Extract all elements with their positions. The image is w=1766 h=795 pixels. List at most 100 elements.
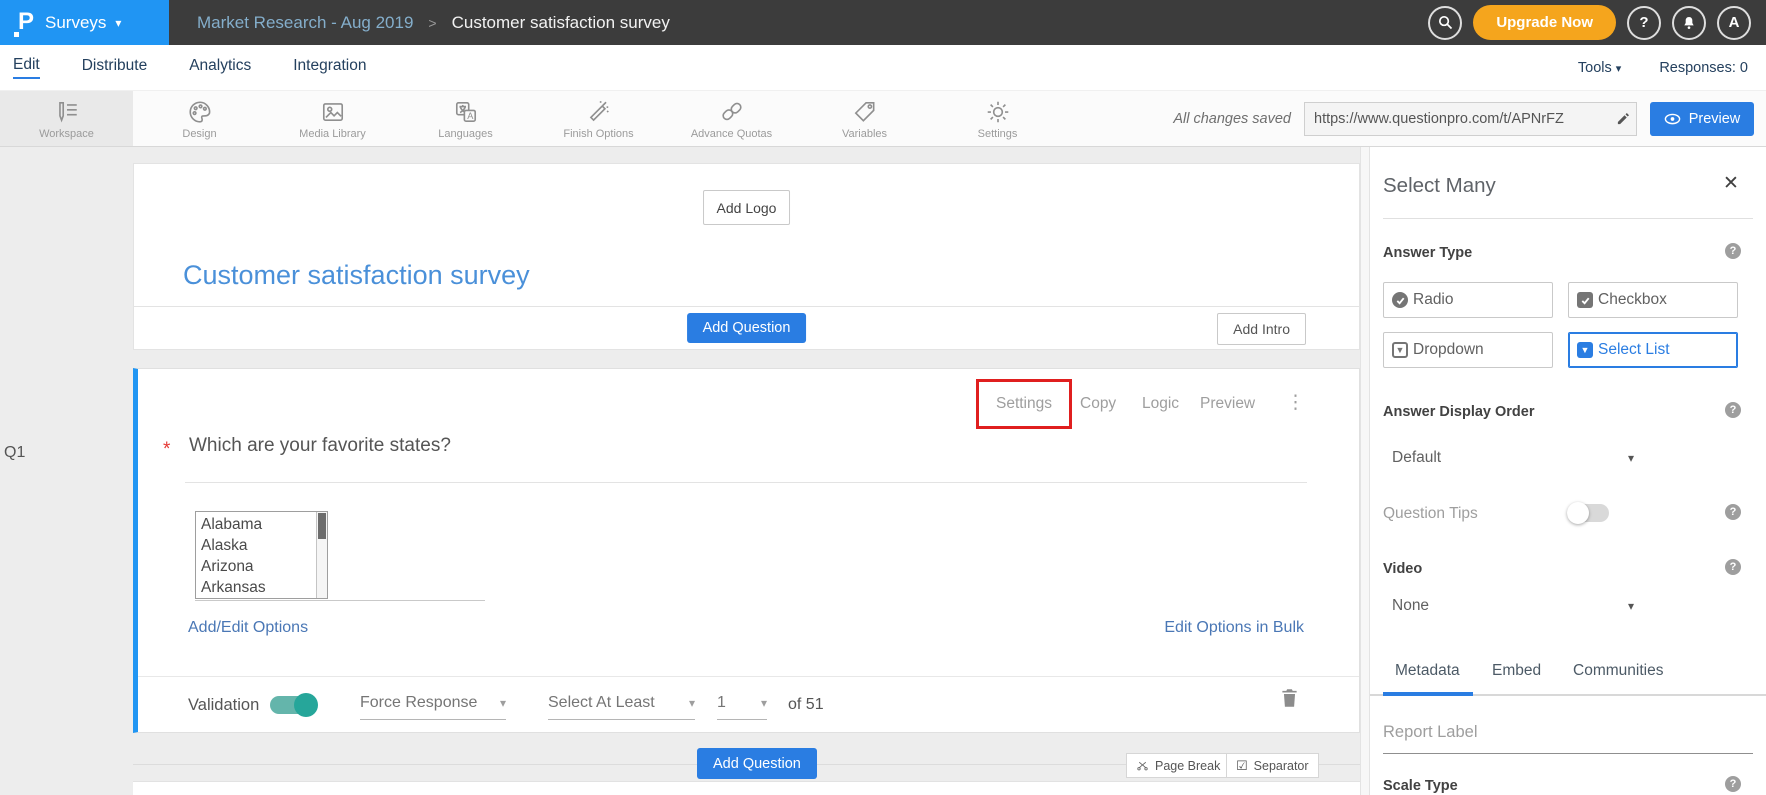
breadcrumb-separator: > xyxy=(428,15,436,31)
help-icon[interactable]: ? xyxy=(1725,402,1741,418)
active-tab-indicator xyxy=(1383,692,1473,696)
listbox-option[interactable]: Alabama xyxy=(196,514,327,535)
preview-button[interactable]: Preview xyxy=(1650,102,1754,136)
radio-check-icon xyxy=(1392,292,1408,308)
tab-analytics[interactable]: Analytics xyxy=(189,57,251,78)
validation-toggle[interactable] xyxy=(270,693,318,717)
upgrade-now-button[interactable]: Upgrade Now xyxy=(1473,5,1616,40)
question-tips-label: Question Tips xyxy=(1383,505,1478,523)
question-tips-toggle[interactable] xyxy=(1567,502,1609,524)
listbox-scrollbar[interactable] xyxy=(316,512,327,598)
video-select[interactable]: None ▾ xyxy=(1392,597,1652,615)
survey-url-field[interactable] xyxy=(1304,102,1637,136)
translate-icon: A xyxy=(453,99,479,125)
answer-type-radio[interactable]: Radio xyxy=(1383,282,1553,318)
chevron-down-icon: ▾ xyxy=(1628,599,1634,613)
answer-type-dropdown[interactable]: ▼ Dropdown xyxy=(1383,332,1553,368)
question-preview-link[interactable]: Preview xyxy=(1200,395,1255,413)
help-icon[interactable]: ? xyxy=(1725,504,1741,520)
edit-url-button[interactable] xyxy=(1610,111,1636,126)
listbox-option[interactable]: Arizona xyxy=(196,556,327,577)
toolbar-item-advance-quotas[interactable]: Advance Quotas xyxy=(665,91,798,146)
report-label-input[interactable] xyxy=(1383,723,1753,742)
force-response-select[interactable]: Force Response ▾ xyxy=(360,694,506,720)
answer-type-label: Answer Type xyxy=(1383,245,1472,261)
page-break-button[interactable]: Page Break xyxy=(1126,753,1230,778)
save-status: All changes saved xyxy=(1173,111,1291,127)
checkbox-icon: ☑ xyxy=(1236,758,1248,774)
question-text[interactable]: Which are your favorite states? xyxy=(189,435,451,457)
magic-wand-icon xyxy=(586,99,612,125)
add-question-button[interactable]: Add Question xyxy=(687,313,807,343)
help-icon[interactable]: ? xyxy=(1725,243,1741,259)
add-logo-button[interactable]: Add Logo xyxy=(703,190,791,225)
topbar: P Surveys ▾ Market Research - Aug 2019 >… xyxy=(0,0,1766,45)
dropdown-caret-icon: ▼ xyxy=(1392,342,1408,358)
add-edit-options-link[interactable]: Add/Edit Options xyxy=(188,619,308,637)
toolbar-right: All changes saved Preview xyxy=(1173,91,1766,146)
toolbar-item-media-library[interactable]: Media Library xyxy=(266,91,399,146)
select-list-caret-icon: ▼ xyxy=(1577,342,1593,358)
search-icon xyxy=(1437,14,1454,31)
surveys-menu-label: Surveys xyxy=(45,13,106,33)
listbox-option[interactable]: Arkansas xyxy=(196,577,327,598)
page-break-icon xyxy=(1136,759,1149,772)
breadcrumb-current: Customer satisfaction survey xyxy=(452,13,670,33)
validation-label: Validation xyxy=(188,696,259,715)
panel-tab-communities[interactable]: Communities xyxy=(1573,662,1663,680)
tools-menu[interactable]: Tools ▾ xyxy=(1578,60,1621,76)
responses-count[interactable]: Responses: 0 xyxy=(1659,60,1748,76)
panel-tab-embed[interactable]: Embed xyxy=(1492,662,1541,680)
listbox-option[interactable]: Alaska xyxy=(196,535,327,556)
avatar[interactable]: A xyxy=(1717,6,1751,40)
help-icon[interactable]: ? xyxy=(1725,776,1741,792)
select-at-least-select[interactable]: Select At Least ▾ xyxy=(548,694,695,720)
toolbar-item-finish-options[interactable]: Finish Options xyxy=(532,91,665,146)
toolbar-item-settings[interactable]: Settings xyxy=(931,91,1064,146)
toolbar-item-design[interactable]: Design xyxy=(133,91,266,146)
tab-edit[interactable]: Edit xyxy=(13,56,40,79)
close-icon[interactable]: ✕ xyxy=(1723,172,1739,195)
tab-distribute[interactable]: Distribute xyxy=(82,57,147,78)
add-question-bottom-button[interactable]: Add Question xyxy=(697,748,817,779)
edit-options-in-bulk-link[interactable]: Edit Options in Bulk xyxy=(1164,619,1304,637)
separator-button[interactable]: ☑ Separator xyxy=(1226,753,1319,778)
question-logic-link[interactable]: Logic xyxy=(1142,395,1179,413)
toolbar-item-workspace[interactable]: Workspace xyxy=(0,91,133,146)
help-button[interactable]: ? xyxy=(1627,6,1661,40)
questionpro-logo-icon: P xyxy=(14,9,36,37)
vertical-scrollbar[interactable] xyxy=(1360,147,1370,795)
answer-display-order-select[interactable]: Default ▾ xyxy=(1392,449,1652,467)
pencil-icon xyxy=(1616,111,1631,126)
surveys-menu[interactable]: P Surveys ▾ xyxy=(0,0,169,45)
answer-type-select-list[interactable]: ▼ Select List xyxy=(1568,332,1738,368)
survey-title[interactable]: Customer satisfaction survey xyxy=(183,260,530,291)
module-nav: Edit Distribute Analytics Integration To… xyxy=(0,45,1766,90)
video-label: Video xyxy=(1383,561,1422,577)
toolbar-item-languages[interactable]: A Languages xyxy=(399,91,532,146)
search-button[interactable] xyxy=(1428,6,1462,40)
workspace-icon xyxy=(54,99,80,125)
answer-type-checkbox[interactable]: Checkbox xyxy=(1568,282,1738,318)
delete-question-button[interactable] xyxy=(1280,687,1299,714)
kebab-menu-icon[interactable]: ⋮ xyxy=(1286,391,1305,414)
next-section-strip xyxy=(133,781,1360,795)
required-marker: * xyxy=(163,439,170,461)
question-copy-link[interactable]: Copy xyxy=(1080,395,1116,413)
question-settings-link[interactable]: Settings xyxy=(996,395,1052,413)
survey-url-input[interactable] xyxy=(1305,111,1610,127)
toolbar-item-variables[interactable]: Variables xyxy=(798,91,931,146)
breadcrumb-folder[interactable]: Market Research - Aug 2019 xyxy=(197,13,413,33)
listbox-scroll-thumb[interactable] xyxy=(318,513,326,539)
panel-tab-metadata[interactable]: Metadata xyxy=(1395,662,1460,680)
states-listbox[interactable]: Alabama Alaska Arizona Arkansas xyxy=(195,511,328,599)
chevron-down-icon: ▾ xyxy=(115,16,121,30)
edit-toolbar: Workspace Design Media Library A Languag… xyxy=(0,90,1766,147)
add-intro-button[interactable]: Add Intro xyxy=(1217,313,1306,345)
minimum-count-select[interactable]: 1 ▾ xyxy=(717,694,767,720)
chevron-down-icon: ▾ xyxy=(1616,63,1622,75)
help-icon[interactable]: ? xyxy=(1725,559,1741,575)
notifications-button[interactable] xyxy=(1672,6,1706,40)
tab-integration[interactable]: Integration xyxy=(293,57,366,78)
question-card: Settings Copy Logic Preview ⋮ * Which ar… xyxy=(133,368,1360,733)
